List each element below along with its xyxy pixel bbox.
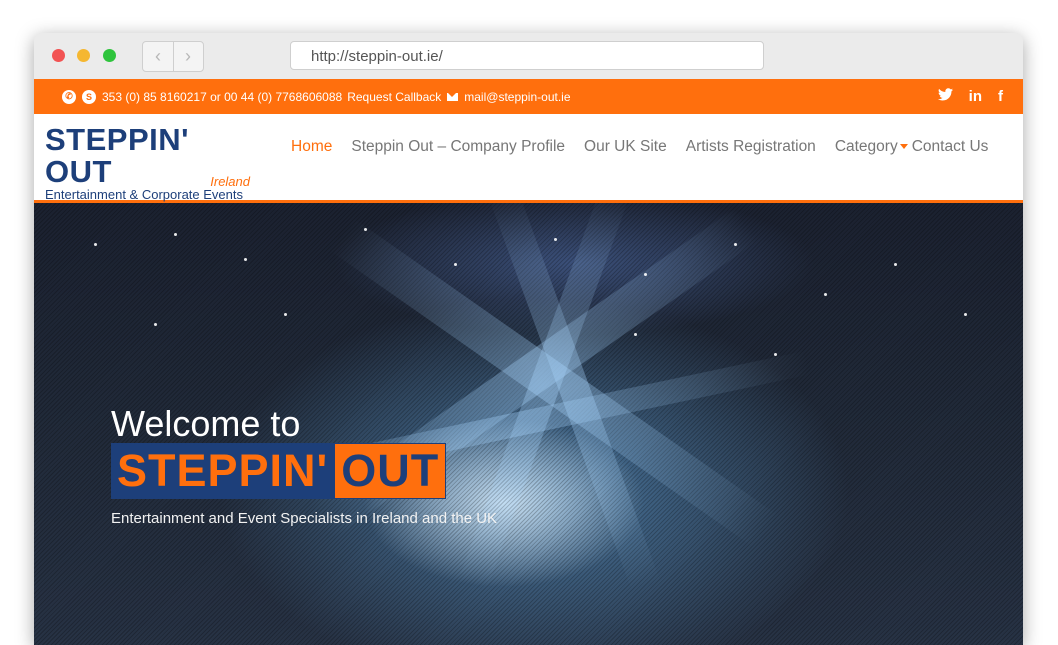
stage-light — [894, 263, 897, 266]
menu-item-home[interactable]: Home — [291, 138, 332, 156]
stage-light — [734, 243, 737, 246]
skype-icon: S — [82, 89, 96, 104]
stage-light — [154, 323, 157, 326]
hero-welcome-text: Welcome to — [111, 403, 301, 444]
contact-info: ✆ S 353 (0) 85 8160217 or 00 44 (0) 7768… — [62, 79, 571, 114]
hero-brand-part2: OUT — [334, 443, 447, 499]
browser-window: ‹ › http://steppin-out.ie/ ✆ S 353 (0) 8… — [34, 33, 1023, 645]
menu-item-category-label: Category — [834, 138, 898, 155]
menu-item-artists-registration[interactable]: Artists Registration — [686, 138, 816, 156]
minimize-window-button[interactable] — [77, 49, 90, 62]
top-contact-bar: ✆ S 353 (0) 85 8160217 or 00 44 (0) 7768… — [34, 79, 1023, 114]
envelope-icon — [447, 92, 459, 101]
address-bar[interactable]: http://steppin-out.ie/ — [290, 41, 764, 70]
stage-light — [244, 258, 247, 261]
facebook-icon[interactable]: f — [998, 88, 1003, 105]
hero-brand-logo: STEPPIN' OUT — [111, 443, 447, 499]
hero-banner: Welcome to STEPPIN' OUT Entertainment an… — [34, 203, 1023, 645]
stage-light — [94, 243, 97, 246]
twitter-icon[interactable] — [937, 88, 953, 105]
back-button[interactable]: ‹ — [143, 42, 174, 71]
menu-item-company-profile[interactable]: Steppin Out – Company Profile — [351, 138, 565, 156]
menu-item-contact[interactable]: Contact Us — [912, 138, 989, 156]
site-header: STEPPIN' OUT Entertainment & Corporate E… — [34, 114, 1023, 203]
phone-numbers[interactable]: 353 (0) 85 8160217 or 00 44 (0) 77686060… — [102, 90, 342, 104]
stage-light — [644, 273, 647, 276]
social-links: in f — [937, 79, 1003, 114]
menu-item-category[interactable]: Category — [835, 138, 908, 156]
stage-light — [174, 233, 177, 236]
stage-light — [964, 313, 967, 316]
logo-subtitle: Entertainment & Corporate Events — [45, 187, 243, 202]
logo-region: Ireland — [210, 174, 250, 189]
close-window-button[interactable] — [52, 49, 65, 62]
maximize-window-button[interactable] — [103, 49, 116, 62]
stage-light — [774, 353, 777, 356]
hero-brand-part1: STEPPIN' — [111, 443, 335, 499]
phone-icon: ✆ — [62, 89, 76, 104]
menu-item-uk-site[interactable]: Our UK Site — [584, 138, 667, 156]
main-menu: Home Steppin Out – Company Profile Our U… — [291, 114, 1007, 180]
stage-light — [634, 333, 637, 336]
forward-button[interactable]: › — [173, 42, 203, 71]
stage-light — [824, 293, 827, 296]
email-link[interactable]: mail@steppin-out.ie — [464, 90, 570, 104]
chevron-down-icon — [899, 144, 908, 150]
hero-tagline: Entertainment and Event Specialists in I… — [111, 510, 498, 527]
stage-light — [364, 228, 367, 231]
stage-light — [554, 238, 557, 241]
site-logo[interactable]: STEPPIN' OUT Entertainment & Corporate E… — [45, 124, 260, 203]
stage-light — [284, 313, 287, 316]
history-nav: ‹ › — [142, 41, 204, 72]
linkedin-icon[interactable]: in — [969, 88, 982, 105]
browser-chrome: ‹ › http://steppin-out.ie/ — [34, 33, 1023, 80]
stage-light — [454, 263, 457, 266]
request-callback-link[interactable]: Request Callback — [347, 90, 441, 104]
